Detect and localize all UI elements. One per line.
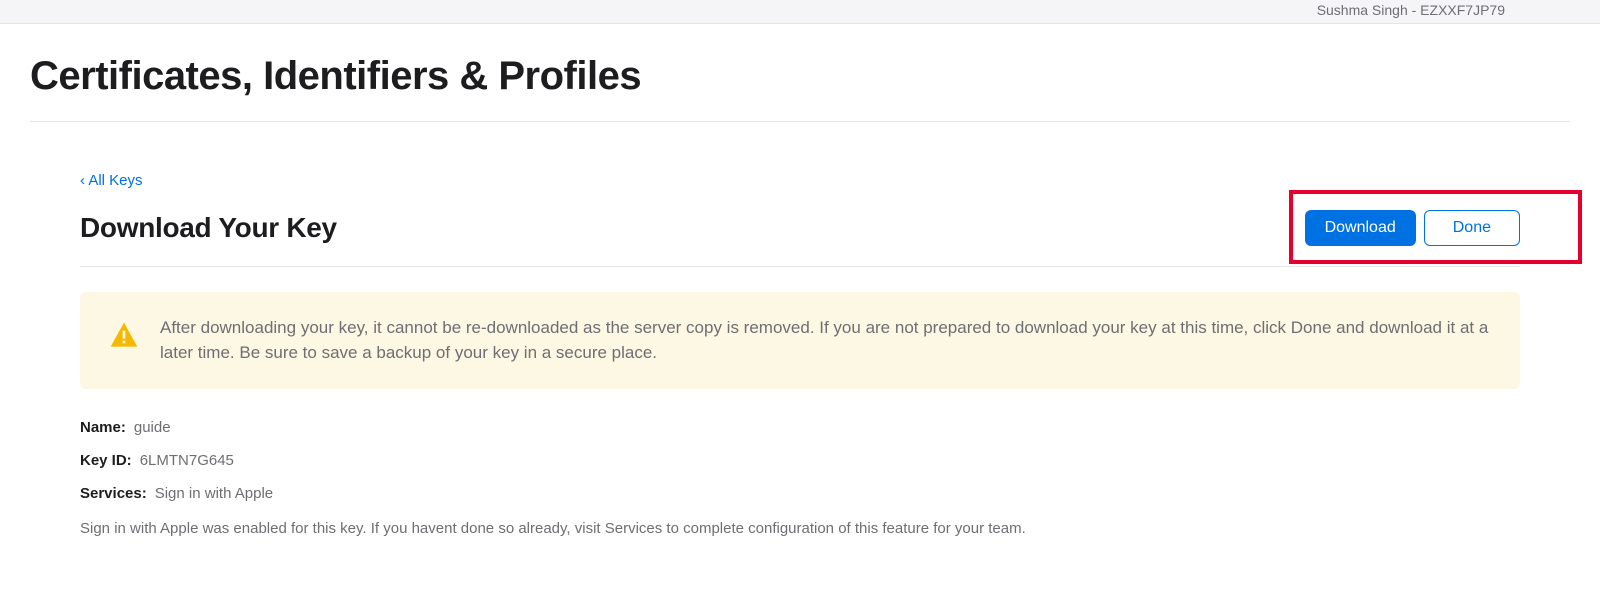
detail-row-services: Services: Sign in with Apple: [80, 485, 1520, 502]
user-info-label: Sushma Singh - EZXXF7JP79: [1317, 2, 1505, 18]
content-area: ‹ All Keys Download Your Key Download Do…: [30, 122, 1570, 541]
done-button[interactable]: Done: [1424, 210, 1520, 246]
section-title: Download Your Key: [80, 212, 337, 244]
top-bar: Sushma Singh - EZXXF7JP79: [0, 0, 1600, 24]
name-label: Name:: [80, 419, 126, 436]
warning-triangle-icon: [108, 320, 140, 352]
name-value: guide: [134, 419, 171, 436]
breadcrumb-back-link[interactable]: ‹ All Keys: [80, 172, 143, 189]
download-button[interactable]: Download: [1305, 210, 1416, 246]
warning-banner: After downloading your key, it cannot be…: [80, 292, 1520, 389]
detail-row-name: Name: guide: [80, 419, 1520, 436]
keyid-value: 6LMTN7G645: [140, 452, 234, 469]
details-section: Name: guide Key ID: 6LMTN7G645 Services:…: [80, 419, 1520, 541]
keyid-label: Key ID:: [80, 452, 132, 469]
section-header: Download Your Key Download Done: [80, 210, 1520, 267]
services-info-text: Sign in with Apple was enabled for this …: [80, 518, 1040, 541]
main-container: Certificates, Identifiers & Profiles ‹ A…: [0, 24, 1600, 541]
warning-message: After downloading your key, it cannot be…: [160, 316, 1492, 365]
detail-row-keyid: Key ID: 6LMTN7G645: [80, 452, 1520, 469]
page-title: Certificates, Identifiers & Profiles: [30, 24, 1570, 122]
services-label: Services:: [80, 485, 147, 502]
services-value: Sign in with Apple: [155, 485, 273, 502]
button-group: Download Done: [1305, 210, 1520, 246]
